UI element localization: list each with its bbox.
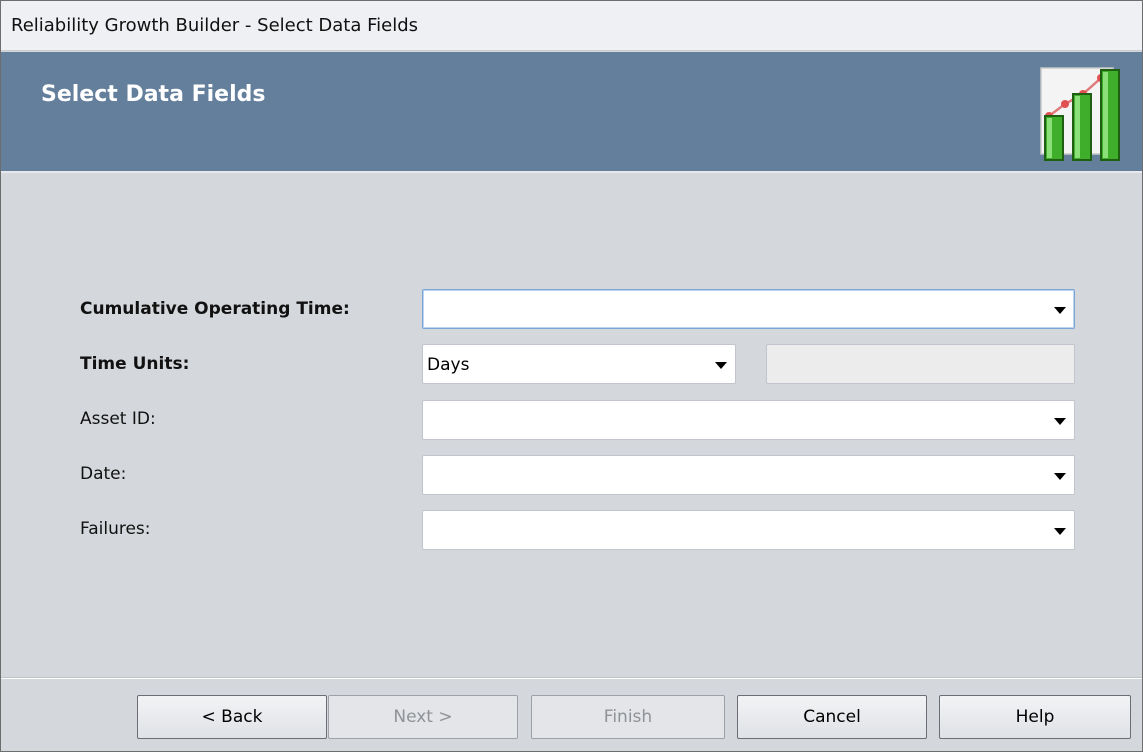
failures-dropdown[interactable]	[422, 510, 1075, 550]
next-button[interactable]: Next >	[328, 695, 518, 739]
back-button[interactable]: < Back	[137, 695, 327, 739]
cumulative-operating-time-label: Cumulative Operating Time:	[80, 299, 350, 319]
window-title: Reliability Growth Builder - Select Data…	[11, 15, 419, 36]
help-button[interactable]: Help	[939, 695, 1131, 739]
finish-button[interactable]: Finish	[531, 695, 725, 739]
wizard-header: Select Data Fields	[1, 52, 1142, 173]
title-bar: Reliability Growth Builder - Select Data…	[1, 1, 1142, 51]
form-area: Cumulative Operating Time: Time Units: D…	[1, 174, 1142, 676]
chevron-down-icon[interactable]	[1054, 528, 1066, 535]
time-units-value: Days	[427, 355, 470, 375]
asset-id-dropdown[interactable]	[422, 400, 1075, 440]
chevron-down-icon[interactable]	[715, 362, 727, 369]
bar-chart-icon	[1040, 67, 1120, 161]
chevron-down-icon[interactable]	[1054, 473, 1066, 480]
time-units-extra-field	[766, 344, 1075, 384]
footer-divider	[1, 677, 1142, 679]
time-units-label: Time Units:	[80, 354, 190, 374]
wizard-window: Reliability Growth Builder - Select Data…	[0, 0, 1143, 752]
chevron-down-icon[interactable]	[1054, 418, 1066, 425]
cancel-button[interactable]: Cancel	[737, 695, 927, 739]
date-dropdown[interactable]	[422, 455, 1075, 495]
failures-label: Failures:	[80, 519, 151, 539]
time-units-dropdown[interactable]: Days	[422, 344, 736, 384]
page-title: Select Data Fields	[41, 82, 266, 107]
cumulative-operating-time-dropdown[interactable]	[422, 289, 1075, 329]
chevron-down-icon[interactable]	[1054, 307, 1066, 314]
asset-id-label: Asset ID:	[80, 409, 156, 429]
date-label: Date:	[80, 464, 127, 484]
